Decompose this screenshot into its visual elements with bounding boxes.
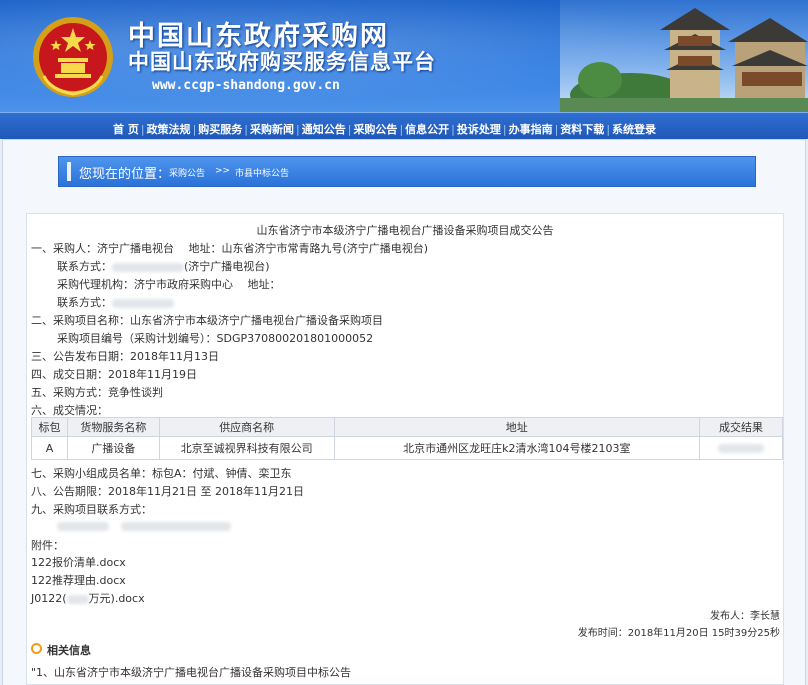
project-number-line: 采购项目编号（采购计划编号）：SDGP370800201801000052 (57, 332, 374, 345)
related-info-title: 相关信息 (47, 644, 91, 657)
redacted-text (718, 444, 765, 453)
nav-item-complaints[interactable]: 投诉处理 (457, 121, 501, 137)
column-header: 成交结果 (699, 417, 783, 437)
location-label: 您现在的位置： (79, 167, 171, 182)
redacted-text (112, 262, 184, 272)
attachment-link-1[interactable]: 122报价清单.docx (31, 554, 126, 570)
project-contact-line: 九、采购项目联系方式： (31, 503, 152, 516)
site-header-banner: 中国山东政府采购网 中国山东政府购买服务信息平台 www.ccgp-shando… (0, 0, 808, 112)
column-header: 地址 (333, 417, 701, 437)
result-heading: 六、成交情况： (31, 404, 108, 417)
redacted-text (112, 298, 174, 308)
nav-item-guide[interactable]: 办事指南 (509, 121, 553, 137)
project-name-line: 二、采购项目名称：山东省济宁市本级济宁广播电视台广播设备采购项目 (31, 314, 383, 327)
nav-item-info-disclosure[interactable]: 信息公开 (405, 121, 449, 137)
column-header: 货物服务名称 (66, 417, 160, 437)
main-nav: 首 页 | 政策法规 | 购买服务 | 采购新闻 | 通知公告 | 采购公告 | 信息公开 | 投诉处理 | 办… (0, 112, 808, 139)
column-header: 供应商名称 (158, 417, 335, 437)
panel-members-line: 七、采购小组成员名单：标包A：付斌、钟倩、栾卫东 (31, 467, 292, 480)
notice-content: 山东省济宁市本级济宁广播电视台广播设备采购项目成交公告 一、采购人：济宁广播电视… (26, 213, 784, 685)
project-contact-redacted (57, 519, 231, 532)
column-header: 标包 (31, 417, 68, 437)
national-emblem-icon (33, 17, 113, 97)
breadcrumb-current[interactable]: 市县中标公告 (235, 166, 289, 179)
procurement-method-line: 五、采购方式：竞争性谈判 (31, 386, 163, 399)
purchaser-contact: 联系方式： (济宁广播电视台) (57, 260, 270, 273)
agency-line: 采购代理机构：济宁市政府采购中心 地址： (57, 278, 281, 291)
pavilion-image (560, 0, 808, 112)
redacted-text (66, 594, 89, 604)
table-cell-redacted (699, 436, 783, 460)
nav-item-policy[interactable]: 政策法规 (147, 121, 191, 137)
attachments-label: 附件： (31, 539, 64, 552)
publish-time: 发布时间：2018年11月20日 15时39分25秒 (577, 628, 780, 639)
notice-period-line: 八、公告期限：2018年11月21日 至 2018年11月21日 (31, 485, 304, 498)
nav-item-notices[interactable]: 通知公告 (302, 121, 346, 137)
bullet-circle-icon (31, 643, 42, 654)
table-cell: A (31, 436, 68, 460)
table-header-row: 标包 货物服务名称 供应商名称 地址 成交结果 (31, 417, 783, 437)
site-subtitle: 中国山东政府购买服务信息平台 (128, 50, 436, 74)
table-cell: 广播设备 (66, 436, 160, 460)
nav-item-news[interactable]: 采购新闻 (250, 121, 294, 137)
agency-contact: 联系方式： (57, 294, 174, 310)
related-item-link[interactable]: "1、山东省济宁市本级济宁广播电视台广播设备采购项目中标公告 (31, 664, 351, 680)
nav-item-home[interactable]: 首 页 (113, 121, 139, 137)
breadcrumb-separator: >> (215, 166, 231, 176)
purchaser-line: 一、采购人：济宁广播电视台 地址：山东省济宁市常青路九号(济宁广播电视台) (31, 242, 429, 255)
breadcrumb: 您现在的位置： 采购公告 >> 市县中标公告 (58, 156, 756, 187)
nav-item-downloads[interactable]: 资料下载 (560, 121, 604, 137)
nav-item-purchase-service[interactable]: 购买服务 (198, 121, 242, 137)
attachment-link-3[interactable]: J0122(万元).docx (31, 590, 145, 606)
nav-item-login[interactable]: 系统登录 (612, 121, 656, 137)
deal-date-line: 四、成交日期：2018年11月19日 (31, 368, 197, 381)
notice-title: 山东省济宁市本级济宁广播电视台广播设备采购项目成交公告 (256, 224, 554, 237)
nav-item-procurement-announcements[interactable]: 采购公告 (353, 121, 397, 137)
table-cell: 北京市通州区龙旺庄k2清水湾104号楼2103室 (333, 436, 701, 460)
redacted-text (120, 521, 231, 531)
attachment-link-2[interactable]: 122推荐理由.docx (31, 572, 126, 588)
redacted-text (57, 521, 109, 531)
table-row: A 广播设备 北京至诚视界科技有限公司 北京市通州区龙旺庄k2清水湾104号楼2… (31, 436, 783, 460)
breadcrumb-link-procurement-announcements[interactable]: 采购公告 (169, 166, 205, 179)
site-url: www.ccgp-shandong.gov.cn (152, 78, 340, 93)
publish-date-line: 三、公告发布日期：2018年11月13日 (31, 350, 219, 363)
publisher: 发布人：李长慧 (710, 611, 780, 622)
table-cell: 北京至诚视界科技有限公司 (158, 436, 335, 460)
result-table: 标包 货物服务名称 供应商名称 地址 成交结果 A 广播设备 北京至诚视界科技有… (31, 417, 783, 460)
